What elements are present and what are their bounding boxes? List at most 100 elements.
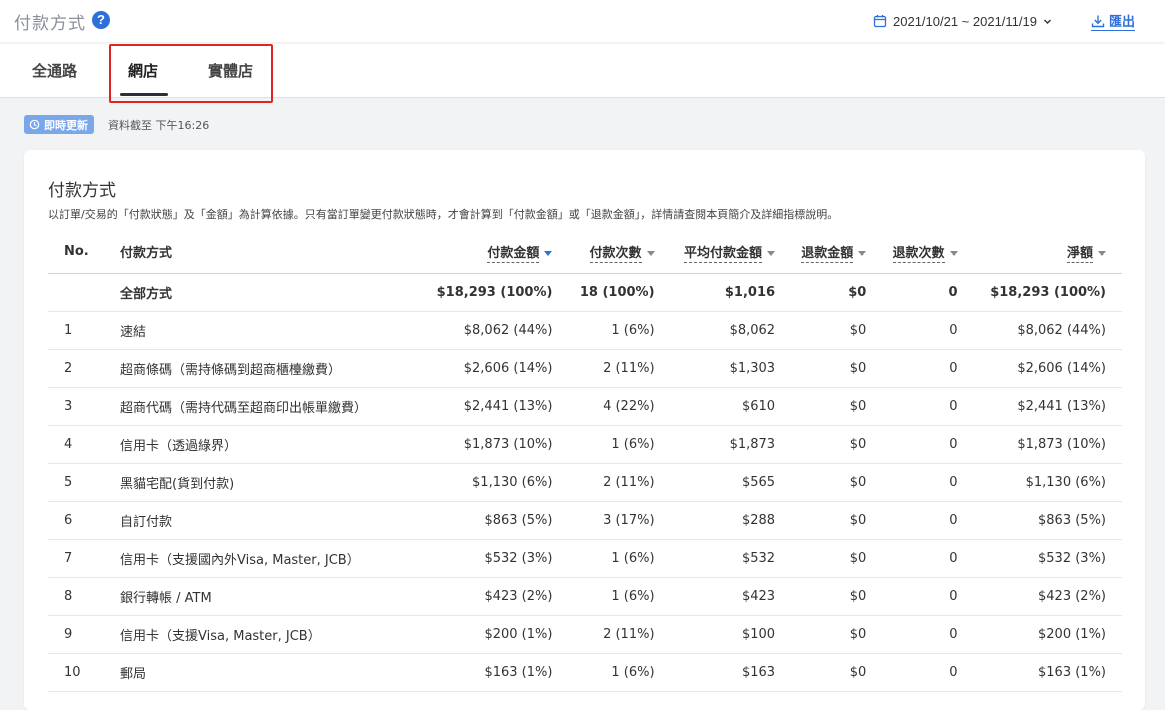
table-cell: $532 (3%)	[973, 539, 1122, 578]
table-cell: 1 (6%)	[568, 539, 671, 578]
table-row: 9 信用卡（支援Visa, Master, JCB） $200 (1%) 2 (11%…	[48, 615, 1122, 654]
table-cell: $8,062 (44%)	[973, 311, 1122, 350]
table-cell: $18,293 (100%)	[420, 273, 569, 312]
table-cell: 銀行轉帳 / ATM	[120, 577, 420, 616]
top-bar: 付款方式 ? 2021/10/21 ~ 2021/11/19 匯出	[0, 0, 1165, 42]
table-cell: $423 (2%)	[420, 577, 569, 616]
table-cell: $1,873 (10%)	[420, 425, 569, 464]
table-cell: $8,062	[670, 311, 792, 350]
table-total-row: 全部方式 $18,293 (100%) 18 (100%) $1,016 $0 …	[48, 273, 1122, 312]
table-cell: $2,441 (13%)	[420, 387, 569, 426]
history-icon	[29, 119, 40, 130]
sort-arrow-icon	[767, 250, 776, 256]
table-cell: $863 (5%)	[420, 501, 569, 540]
col-header-payment-count[interactable]: 付款次數	[568, 230, 671, 274]
date-range-picker[interactable]: 2021/10/21 ~ 2021/11/19	[873, 11, 1052, 31]
date-range-text: 2021/10/21 ~ 2021/11/19	[893, 13, 1037, 29]
table-row: 6 自訂付款 $863 (5%) 3 (17%) $288 $0 0 $863 (5%)	[48, 501, 1122, 540]
table-cell: $0	[791, 273, 883, 312]
question-circle-icon[interactable]: ?	[92, 11, 110, 29]
col-header-label: 退款次數	[892, 245, 945, 263]
export-button[interactable]: 匯出	[1091, 11, 1136, 31]
table-cell: $0	[791, 615, 883, 654]
col-header-label: 付款金額	[487, 245, 540, 263]
table-cell: $0	[791, 577, 883, 616]
table-cell: $1,873 (10%)	[973, 425, 1122, 464]
table-cell: 8	[48, 577, 120, 616]
payment-methods-card: 付款方式 以訂單/交易的「付款狀態」及「金額」為計算依據。只有當訂單變更付款狀態…	[24, 150, 1145, 710]
table-cell: $163 (1%)	[973, 653, 1122, 692]
annotation-highlight-box	[109, 44, 273, 103]
table-cell: 自訂付款	[120, 501, 420, 540]
table-cell: 4 (22%)	[568, 387, 671, 426]
table-cell: 18 (100%)	[568, 273, 671, 312]
table-cell: 2 (11%)	[568, 615, 671, 654]
table-cell: $0	[791, 387, 883, 426]
table-cell: $2,606 (14%)	[973, 349, 1122, 388]
table-cell: 全部方式	[120, 273, 420, 312]
table-cell: 超商條碼（需持條碼到超商櫃檯繳費）	[120, 349, 420, 388]
tab-all-channels[interactable]: 全通路	[32, 60, 77, 81]
table-cell: 3 (17%)	[568, 501, 671, 540]
table-cell: 2	[48, 349, 120, 388]
table-cell: $0	[791, 539, 883, 578]
col-header-refund-amount[interactable]: 退款金額	[791, 230, 883, 274]
table-cell: 9	[48, 615, 120, 654]
table-cell: $163 (1%)	[420, 653, 569, 692]
table-cell: $863 (5%)	[973, 501, 1122, 540]
table-cell: 0	[882, 615, 974, 654]
table-cell: $1,016	[670, 273, 792, 312]
sort-arrow-icon	[949, 250, 958, 256]
col-header-label: 淨額	[1066, 245, 1093, 263]
table-cell: $18,293 (100%)	[973, 273, 1122, 312]
table-cell: $610	[670, 387, 792, 426]
table-cell: 0	[882, 653, 974, 692]
table-cell: 信用卡（透過綠界）	[120, 425, 420, 464]
table-cell: 郵局	[120, 653, 420, 692]
col-header-net-amount[interactable]: 淨額	[973, 230, 1122, 274]
table-cell: $0	[791, 425, 883, 464]
table-row: 10 郵局 $163 (1%) 1 (6%) $163 $0 0 $163 (1%)	[48, 653, 1122, 692]
table-cell: $1,873	[670, 425, 792, 464]
table-cell: 0	[882, 349, 974, 388]
table-cell: 10	[48, 653, 120, 692]
table-cell: 3	[48, 387, 120, 426]
realtime-badge: 即時更新	[24, 115, 94, 134]
table-cell: 0	[882, 463, 974, 502]
table-cell: $0	[791, 501, 883, 540]
table-row: 8 銀行轉帳 / ATM $423 (2%) 1 (6%) $423 $0 0 $423 (2…	[48, 577, 1122, 616]
table-cell: 0	[882, 501, 974, 540]
sort-arrow-icon	[544, 250, 553, 256]
col-header-avg-payment[interactable]: 平均付款金額	[670, 230, 792, 274]
table-cell: $0	[791, 349, 883, 388]
table-cell: 0	[882, 577, 974, 616]
table-cell: 5	[48, 463, 120, 502]
col-header-refund-count[interactable]: 退款次數	[882, 230, 974, 274]
download-icon	[1091, 15, 1105, 27]
table-cell: $1,130 (6%)	[973, 463, 1122, 502]
table-cell: $2,441 (13%)	[973, 387, 1122, 426]
table-cell: 1 (6%)	[568, 425, 671, 464]
sort-arrow-icon	[646, 250, 655, 256]
table-row: 4 信用卡（透過綠界） $1,873 (10%) 1 (6%) $1,873 $0 0 $1,…	[48, 425, 1122, 464]
data-timestamp: 資料截至 下午16:26	[108, 119, 210, 132]
realtime-label: 即時更新	[44, 118, 88, 132]
table-cell: $1,303	[670, 349, 792, 388]
page-title: 付款方式	[14, 14, 86, 34]
table-cell: 速結	[120, 311, 420, 350]
card-description: 以訂單/交易的「付款狀態」及「金額」為計算依據。只有當訂單變更付款狀態時，才會計…	[48, 208, 839, 221]
table-cell: $200 (1%)	[420, 615, 569, 654]
table-cell: $0	[791, 653, 883, 692]
table-cell: 6	[48, 501, 120, 540]
table-cell: 0	[882, 273, 974, 312]
table-cell: 0	[882, 311, 974, 350]
table-cell: 0	[882, 539, 974, 578]
table-cell: $8,062 (44%)	[420, 311, 569, 350]
table-cell: $565	[670, 463, 792, 502]
table-cell: $423 (2%)	[973, 577, 1122, 616]
table-cell: $2,606 (14%)	[420, 349, 569, 388]
table-cell: $532 (3%)	[420, 539, 569, 578]
table-cell: 2 (11%)	[568, 463, 671, 502]
table-cell: $423	[670, 577, 792, 616]
col-header-payment-amount[interactable]: 付款金額	[420, 230, 569, 274]
